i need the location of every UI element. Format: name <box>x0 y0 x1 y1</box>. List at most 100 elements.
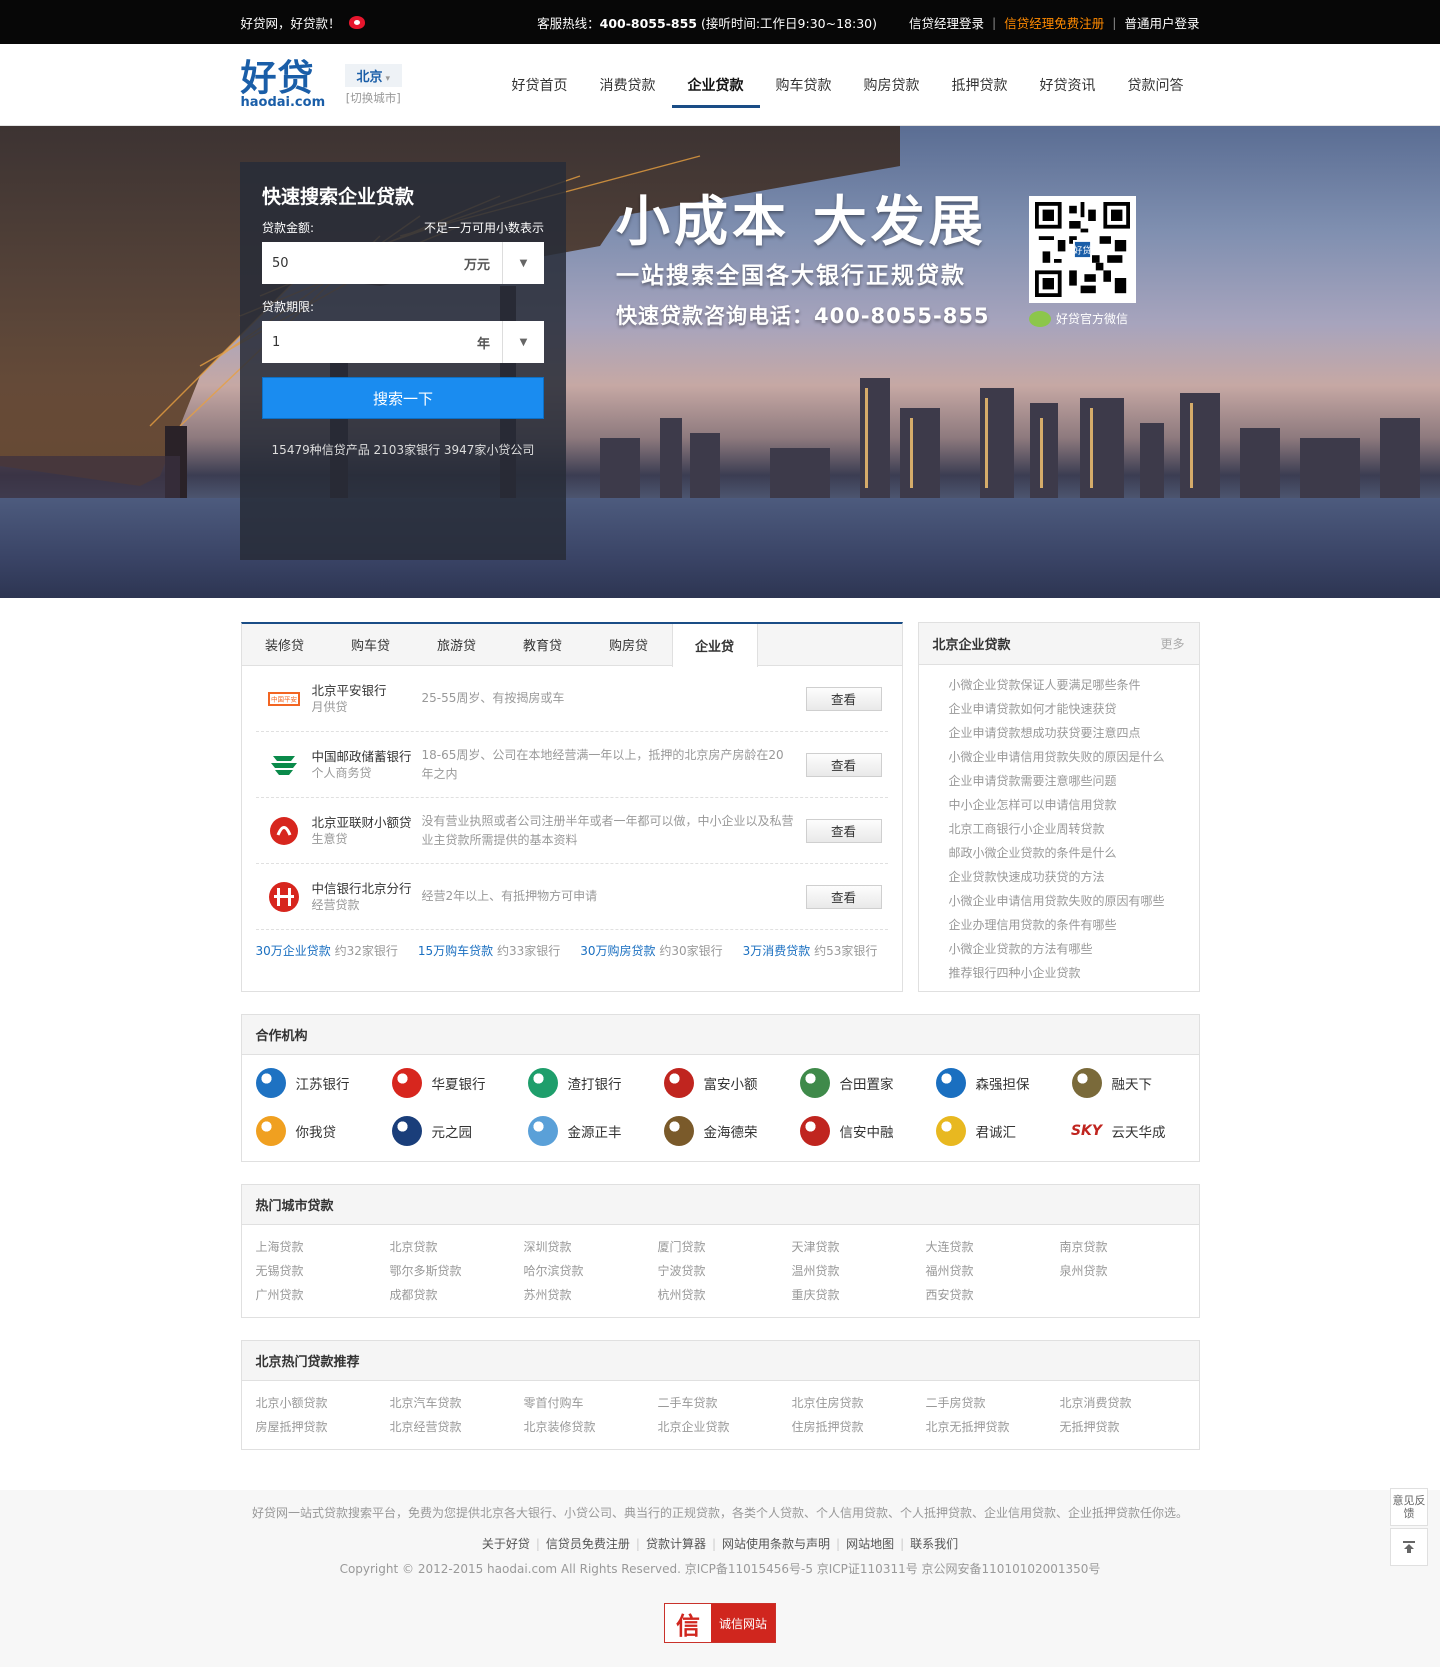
news-item[interactable]: 企业申请贷款想成功获贷要注意四点 <box>949 721 1199 745</box>
news-item[interactable]: 北京工商银行小企业周转贷款 <box>949 817 1199 841</box>
hot-loan-link[interactable]: 北京住房贷款 <box>792 1391 926 1415</box>
back-to-top-icon[interactable] <box>1390 1528 1428 1566</box>
loan-tab[interactable]: 企业贷 <box>671 624 758 667</box>
news-item[interactable]: 企业申请贷款如何才能快速获贷 <box>949 697 1199 721</box>
nav-item[interactable]: 好贷资讯 <box>1024 44 1112 126</box>
product-name[interactable]: 中信银行北京分行 经营贷款 <box>312 880 422 914</box>
footer-link[interactable]: 网站地图 <box>846 1537 894 1551</box>
loan-amount-input[interactable]: 50 <box>262 242 464 284</box>
footer-link[interactable]: 联系我们 <box>910 1537 958 1551</box>
view-button[interactable]: 查看 <box>805 884 882 909</box>
city-loan-link[interactable]: 天津贷款 <box>792 1235 926 1259</box>
chevron-down-icon[interactable]: ▼ <box>502 321 544 363</box>
city-loan-link[interactable]: 宁波贷款 <box>658 1259 792 1283</box>
partner-item[interactable]: 江苏银行 <box>254 1059 390 1107</box>
nav-item[interactable]: 好贷首页 <box>496 44 584 126</box>
view-button[interactable]: 查看 <box>805 752 882 777</box>
switch-city-link[interactable]: [切换城市] <box>346 90 401 106</box>
city-loan-link[interactable]: 苏州贷款 <box>524 1283 658 1307</box>
partner-item[interactable]: 华夏银行 <box>390 1059 526 1107</box>
product-name[interactable]: 中国邮政储蓄银行 个人商务贷 <box>312 748 422 782</box>
partner-item[interactable]: 渣打银行 <box>526 1059 662 1107</box>
city-loan-link[interactable]: 鄂尔多斯贷款 <box>390 1259 524 1283</box>
city-loan-link[interactable]: 大连贷款 <box>926 1235 1060 1259</box>
footer-link[interactable]: 贷款计算器 <box>646 1537 706 1551</box>
hot-loan-link[interactable]: 北京消费贷款 <box>1060 1391 1194 1415</box>
city-loan-link[interactable]: 杭州贷款 <box>658 1283 792 1307</box>
partner-item[interactable]: 信安中融 <box>798 1107 934 1155</box>
user-login-link[interactable]: 普通用户登录 <box>1124 13 1199 32</box>
news-item[interactable]: 企业申请贷款需要注意哪些问题 <box>949 769 1199 793</box>
partner-item[interactable]: 你我贷 <box>254 1107 390 1155</box>
hot-loan-link[interactable]: 北京经营贷款 <box>390 1415 524 1439</box>
partner-item[interactable]: 金源正丰 <box>526 1107 662 1155</box>
credit-site-badge[interactable]: 信 诚信网站 <box>664 1603 776 1643</box>
feedback-button[interactable]: 意见反馈 <box>1390 1488 1428 1526</box>
manager-register-link[interactable]: 信贷经理免费注册 <box>1004 13 1104 32</box>
hot-loan-link[interactable]: 无抵押贷款 <box>1060 1415 1194 1439</box>
hot-loan-link[interactable]: 二手房贷款 <box>926 1391 1060 1415</box>
city-loan-link[interactable]: 广州贷款 <box>256 1283 390 1307</box>
site-logo[interactable]: 好贷 haodai.com <box>241 61 326 110</box>
partner-item[interactable]: 元之园 <box>390 1107 526 1155</box>
nav-item[interactable]: 购车贷款 <box>760 44 848 126</box>
news-item[interactable]: 小微企业贷款的方法有哪些 <box>949 937 1199 961</box>
loan-tab[interactable]: 旅游贷 <box>414 624 500 665</box>
footer-link[interactable]: 网站使用条款与声明 <box>722 1537 830 1551</box>
manager-login-link[interactable]: 信贷经理登录 <box>909 13 984 32</box>
loan-tab[interactable]: 购房贷 <box>586 624 672 665</box>
loan-tab[interactable]: 装修贷 <box>242 624 328 665</box>
city-loan-link[interactable]: 南京贷款 <box>1060 1235 1194 1259</box>
city-loan-link[interactable]: 深圳贷款 <box>524 1235 658 1259</box>
hot-loan-link[interactable]: 北京装修贷款 <box>524 1415 658 1439</box>
city-loan-link[interactable]: 哈尔滨贷款 <box>524 1259 658 1283</box>
weibo-icon[interactable] <box>348 15 365 29</box>
news-item[interactable]: 小微企业申请信用贷款失败的原因是什么 <box>949 745 1199 769</box>
footer-link[interactable]: 关于好贷 <box>482 1537 530 1551</box>
nav-item[interactable]: 消费贷款 <box>584 44 672 126</box>
partner-item[interactable]: 富安小额 <box>662 1059 798 1107</box>
city-loan-link[interactable]: 重庆贷款 <box>792 1283 926 1307</box>
city-loan-link[interactable]: 泉州贷款 <box>1060 1259 1194 1283</box>
loan-amount-field[interactable]: 50 万元 ▼ <box>262 242 544 284</box>
product-name[interactable]: 北京亚联财小额贷 生意贷 <box>312 814 422 848</box>
city-selector[interactable]: 北京 ▾ [切换城市] <box>344 64 403 106</box>
loan-term-input[interactable]: 1 <box>262 321 477 363</box>
news-item[interactable]: 小微企业申请信用贷款失败的原因有哪些 <box>949 889 1199 913</box>
city-loan-link[interactable]: 温州贷款 <box>792 1259 926 1283</box>
view-button[interactable]: 查看 <box>805 818 882 843</box>
news-item[interactable]: 中小企业怎样可以申请信用贷款 <box>949 793 1199 817</box>
city-loan-link[interactable]: 厦门贷款 <box>658 1235 792 1259</box>
city-loan-link[interactable]: 福州贷款 <box>926 1259 1060 1283</box>
chevron-down-icon[interactable]: ▼ <box>502 242 544 284</box>
view-button[interactable]: 查看 <box>805 686 882 711</box>
hot-loan-link[interactable]: 北京小额贷款 <box>256 1391 390 1415</box>
more-link[interactable]: 更多 <box>1160 635 1184 652</box>
product-name[interactable]: 北京平安银行 月供贷 <box>312 682 422 716</box>
news-item[interactable]: 小微企业贷款保证人要满足哪些条件 <box>949 673 1199 697</box>
nav-item[interactable]: 购房贷款 <box>848 44 936 126</box>
loan-term-field[interactable]: 1 年 ▼ <box>262 321 544 363</box>
hot-loan-link[interactable]: 北京汽车贷款 <box>390 1391 524 1415</box>
nav-item[interactable]: 贷款问答 <box>1112 44 1200 126</box>
city-loan-link[interactable]: 成都贷款 <box>390 1283 524 1307</box>
partner-item[interactable]: SKY 云天华成 <box>1070 1107 1206 1155</box>
footer-link[interactable]: 信贷员免费注册 <box>546 1537 630 1551</box>
hot-loan-link[interactable]: 北京企业贷款 <box>658 1415 792 1439</box>
city-loan-link[interactable]: 北京贷款 <box>390 1235 524 1259</box>
search-button[interactable]: 搜索一下 <box>262 377 544 419</box>
news-item[interactable]: 推荐银行四种小企业贷款 <box>949 961 1199 985</box>
news-item[interactable]: 邮政小微企业贷款的条件是什么 <box>949 841 1199 865</box>
city-loan-link[interactable]: 西安贷款 <box>926 1283 1060 1307</box>
nav-item[interactable]: 抵押贷款 <box>936 44 1024 126</box>
loan-tab[interactable]: 购车贷 <box>328 624 414 665</box>
partner-item[interactable]: 君诚汇 <box>934 1107 1070 1155</box>
hot-loan-link[interactable]: 北京无抵押贷款 <box>926 1415 1060 1439</box>
news-item[interactable]: 企业办理信用贷款的条件有哪些 <box>949 913 1199 937</box>
loan-tab[interactable]: 教育贷 <box>500 624 586 665</box>
city-loan-link[interactable]: 无锡贷款 <box>256 1259 390 1283</box>
city-loan-link[interactable]: 上海贷款 <box>256 1235 390 1259</box>
hot-loan-link[interactable]: 二手车贷款 <box>658 1391 792 1415</box>
hot-loan-link[interactable]: 零首付购车 <box>524 1391 658 1415</box>
nav-item[interactable]: 企业贷款 <box>671 44 760 126</box>
